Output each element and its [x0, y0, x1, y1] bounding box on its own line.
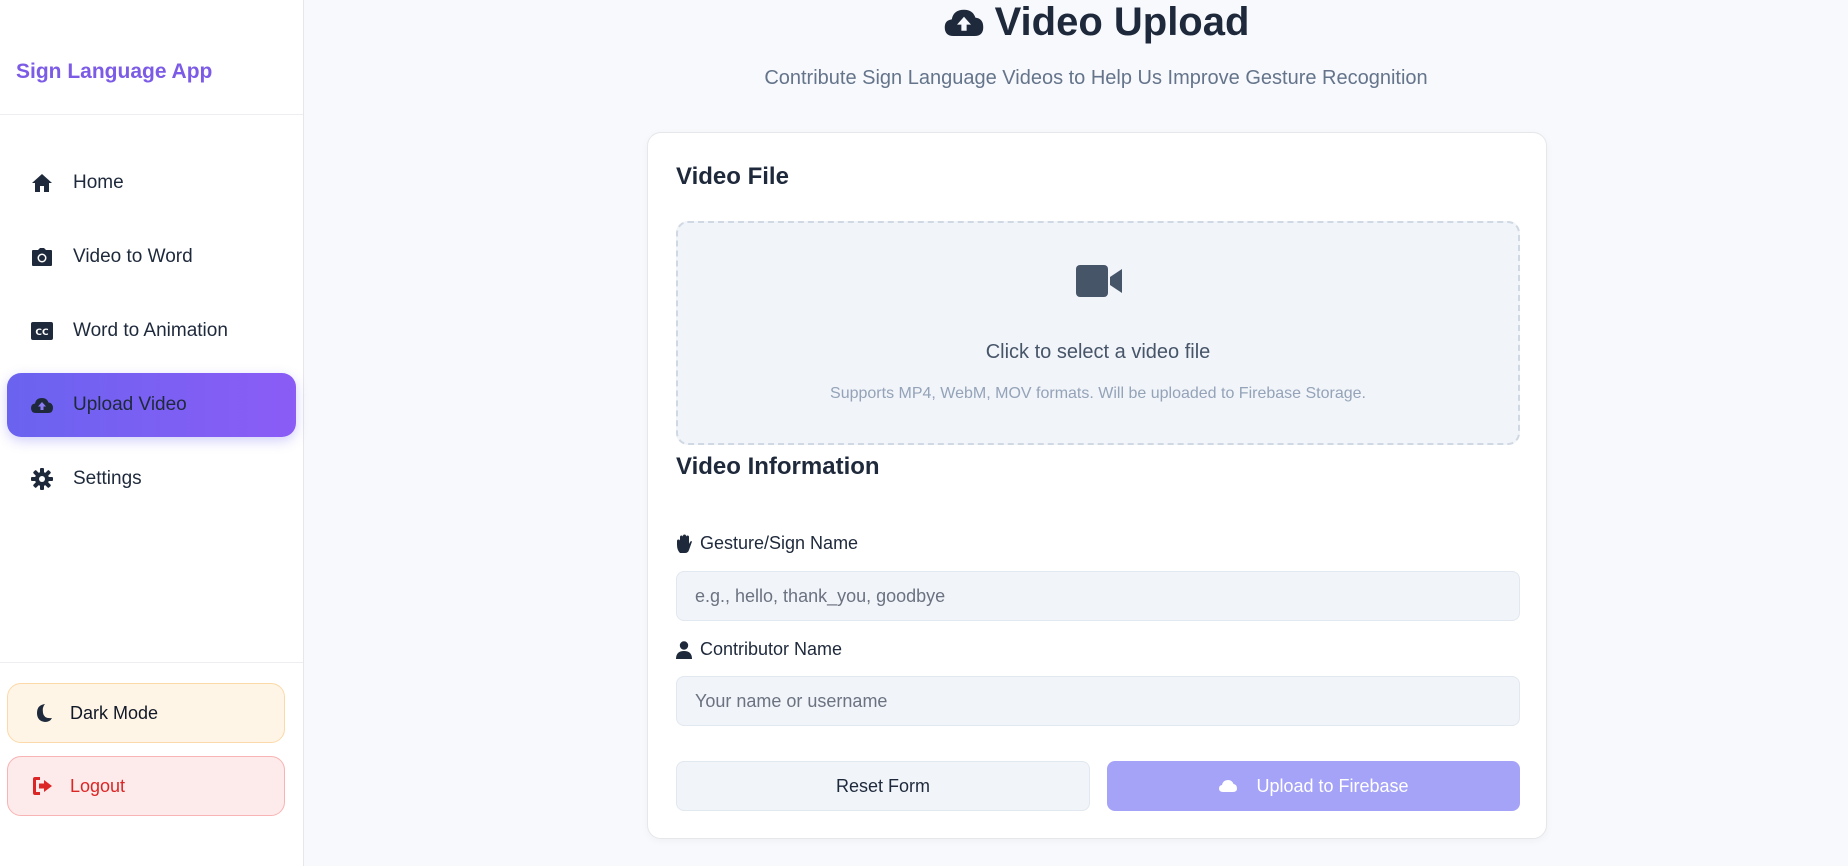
contributor-name-label: Contributor Name: [676, 639, 842, 660]
app-brand[interactable]: Sign Language App: [0, 0, 303, 115]
logout-button[interactable]: Logout: [7, 756, 285, 816]
upload-form-card: Video File Click to select a video file …: [647, 132, 1547, 839]
cloud-icon: [1218, 779, 1238, 793]
svg-text:CC: CC: [35, 328, 49, 338]
dropzone-instruction: Click to select a video file: [985, 341, 1211, 363]
closed-captions-icon: CC: [29, 318, 55, 344]
moon-icon: [30, 700, 56, 726]
logout-label: Logout: [70, 775, 126, 796]
hand-icon: [676, 534, 692, 554]
sidebar: Sign Language App Home Video to Word CC …: [0, 0, 304, 866]
sidebar-item-video-to-word[interactable]: Video to Word: [7, 225, 296, 289]
gear-icon: [29, 466, 55, 492]
sidebar-item-label: Word to Animation: [73, 320, 228, 341]
video-file-title: Video File: [676, 163, 789, 190]
reset-form-label: Reset Form: [835, 775, 931, 796]
sidebar-item-label: Home: [73, 172, 124, 193]
dark-mode-button[interactable]: Dark Mode: [7, 683, 285, 743]
sidebar-item-label: Video to Word: [73, 246, 193, 267]
gesture-name-label-text: Gesture/Sign Name: [700, 533, 859, 553]
contributor-name-input[interactable]: [676, 676, 1520, 726]
sidebar-item-upload-video[interactable]: Upload Video: [7, 373, 296, 437]
page-subtitle: Contribute Sign Language Videos to Help …: [764, 67, 1428, 89]
dark-mode-label: Dark Mode: [70, 702, 159, 723]
upload-to-firebase-button[interactable]: Upload to Firebase: [1107, 761, 1520, 811]
logout-icon: [30, 773, 56, 799]
gesture-name-label: Gesture/Sign Name: [676, 533, 858, 554]
cloud-upload-icon: [943, 6, 985, 38]
camera-icon: [29, 244, 55, 270]
sidebar-bottom: Dark Mode Logout: [0, 662, 303, 866]
sidebar-item-label: Settings: [73, 468, 142, 489]
sidebar-item-word-to-animation[interactable]: CC Word to Animation: [7, 299, 296, 363]
video-information-title: Video Information: [676, 453, 880, 480]
upload-to-firebase-label: Upload to Firebase: [1256, 775, 1409, 796]
dropzone-formats: Supports MP4, WebM, MOV formats. Will be…: [830, 385, 1366, 402]
contributor-name-label-text: Contributor Name: [700, 639, 843, 659]
sidebar-item-home[interactable]: Home: [7, 151, 296, 215]
gesture-name-input[interactable]: [676, 571, 1520, 621]
sidebar-nav: Home Video to Word CC Word to Animation …: [0, 115, 303, 511]
video-dropzone[interactable]: Click to select a video file Supports MP…: [676, 221, 1520, 445]
cloud-upload-icon: [29, 392, 55, 418]
home-icon: [29, 170, 55, 196]
reset-form-button[interactable]: Reset Form: [676, 761, 1090, 811]
user-icon: [676, 640, 692, 659]
sidebar-item-label: Upload Video: [73, 394, 187, 415]
page-title-text: Video Upload: [994, 0, 1250, 44]
main-content: Video Upload Contribute Sign Language Vi…: [304, 0, 1848, 866]
page-title: Video Upload: [304, 0, 1848, 44]
sidebar-item-settings[interactable]: Settings: [7, 447, 296, 511]
video-camera-icon: [1076, 265, 1122, 302]
